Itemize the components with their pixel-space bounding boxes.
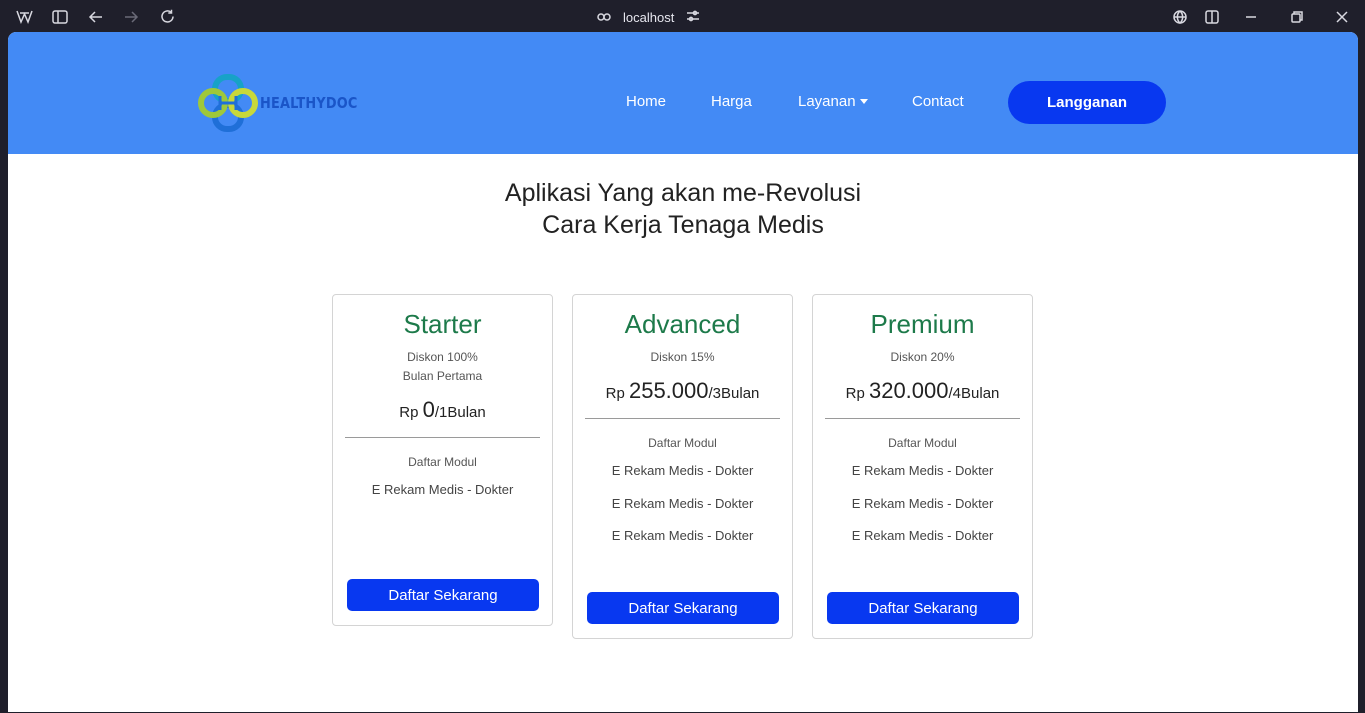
plan-price-value: 255.000 <box>628 378 709 403</box>
plan-price: Rp 255.000/3Bulan <box>573 378 792 407</box>
hero-line-2: Cara Kerja Tenaga Medis <box>542 211 824 239</box>
brand-name: HEALTHYDOC <box>260 94 358 112</box>
reload-icon[interactable] <box>159 8 176 25</box>
nav-layanan[interactable]: Layanan <box>798 93 868 110</box>
plan-currency: Rp <box>399 404 419 421</box>
modules-list: E Rekam Medis - Dokter E Rekam Medis - D… <box>813 463 1032 544</box>
split-view-icon[interactable] <box>1203 8 1220 25</box>
hero-heading: Aplikasi Yang akan me-Revolusi Cara Kerj… <box>8 177 1358 241</box>
plan-price-value: 0 <box>422 397 435 422</box>
modules-list: E Rekam Medis - Dokter <box>333 482 552 498</box>
subscribe-button[interactable]: Langganan <box>1008 81 1166 124</box>
divider <box>345 437 540 438</box>
plan-currency: Rp <box>845 385 865 402</box>
module-item: E Rekam Medis - Dokter <box>371 482 514 497</box>
daftar-sekarang-button[interactable]: Daftar Sekarang <box>587 592 779 624</box>
divider <box>585 418 780 419</box>
plan-currency: Rp <box>605 385 625 402</box>
plan-price: Rp 320.000/4Bulan <box>813 378 1032 407</box>
plan-discount-value: Diskon 100% <box>407 350 478 364</box>
plan-price: Rp 0/1Bulan <box>333 397 552 426</box>
browser-logo-icon[interactable] <box>16 8 33 25</box>
plan-period: /1Bulan <box>434 404 486 421</box>
module-item: E Rekam Medis - Dokter <box>851 528 994 543</box>
plan-card-advanced: Advanced Diskon 15% Rp 255.000/3Bulan Da… <box>572 294 793 639</box>
divider <box>825 418 1020 419</box>
close-icon[interactable] <box>1333 8 1350 25</box>
back-icon[interactable] <box>87 8 104 25</box>
module-item: E Rekam Medis - Dokter <box>611 528 754 543</box>
modules-heading: Daftar Modul <box>408 455 477 469</box>
url-text: localhost <box>623 9 675 25</box>
module-item: E Rekam Medis - Dokter <box>851 463 994 478</box>
nav-home[interactable]: Home <box>626 93 666 110</box>
brand-logo[interactable]: HEALTHYDOC <box>198 74 373 132</box>
hero-line-1: Aplikasi Yang akan me-Revolusi <box>504 179 862 207</box>
plan-title: Premium <box>870 309 975 339</box>
sidebar-toggle-icon[interactable] <box>51 8 68 25</box>
plan-price-value: 320.000 <box>868 378 949 403</box>
modules-heading: Daftar Modul <box>648 436 717 450</box>
plan-discount-note: Bulan Pertama <box>402 369 483 383</box>
plan-title: Starter <box>403 309 482 339</box>
plan-card-starter: Starter Diskon 100% Bulan Pertama Rp 0/1… <box>332 294 553 626</box>
restore-icon[interactable] <box>1288 8 1305 25</box>
link-icon <box>597 10 611 25</box>
daftar-sekarang-button[interactable]: Daftar Sekarang <box>827 592 1019 624</box>
plan-period: /4Bulan <box>948 385 1000 402</box>
modules-list: E Rekam Medis - Dokter E Rekam Medis - D… <box>573 463 792 544</box>
brand-logo-icon <box>198 74 258 132</box>
globe-icon[interactable] <box>1171 8 1188 25</box>
forward-icon[interactable] <box>123 8 140 25</box>
plan-discount-value: Diskon 20% <box>890 350 955 364</box>
plan-discount-value: Diskon 15% <box>650 350 715 364</box>
minimize-icon[interactable] <box>1242 8 1259 25</box>
browser-toolbar: localhost <box>0 0 1365 33</box>
address-bar[interactable]: localhost <box>597 8 700 26</box>
plan-title: Advanced <box>624 309 741 339</box>
caret-down-icon <box>859 98 868 104</box>
site-settings-icon[interactable] <box>686 10 700 25</box>
module-item: E Rekam Medis - Dokter <box>611 463 754 478</box>
nav-contact[interactable]: Contact <box>912 93 964 110</box>
modules-heading: Daftar Modul <box>888 436 957 450</box>
page-viewport: HEALTHYDOC Home Harga Layanan Contact La… <box>8 32 1358 712</box>
module-item: E Rekam Medis - Dokter <box>611 495 754 511</box>
module-item: E Rekam Medis - Dokter <box>851 495 994 511</box>
navbar: HEALTHYDOC Home Harga Layanan Contact La… <box>8 32 1358 154</box>
plan-card-premium: Premium Diskon 20% Rp 320.000/4Bulan Daf… <box>812 294 1033 639</box>
plan-discount: Diskon 100% Bulan Pertama <box>333 348 552 386</box>
nav-harga[interactable]: Harga <box>711 93 752 110</box>
plan-period: /3Bulan <box>708 385 760 402</box>
plan-discount: Diskon 15% <box>573 348 792 367</box>
daftar-sekarang-button[interactable]: Daftar Sekarang <box>347 579 539 611</box>
plan-discount: Diskon 20% <box>813 348 1032 367</box>
nav-layanan-label: Layanan <box>798 93 856 110</box>
